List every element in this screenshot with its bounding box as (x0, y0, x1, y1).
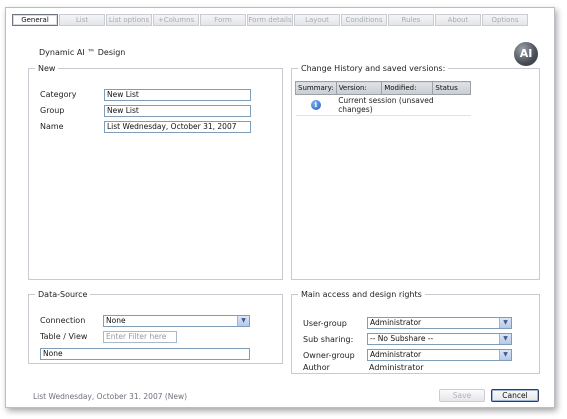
tableview-label: Table / View (40, 332, 88, 341)
chevron-down-icon[interactable]: ▼ (499, 318, 511, 328)
history-row-icon-cell: i (295, 94, 337, 116)
tableview-value-field[interactable]: None (40, 348, 250, 360)
history-header-row: Summary: Version: Modified: Status (295, 81, 471, 95)
chevron-down-icon[interactable]: ▼ (499, 334, 511, 344)
history-col-version[interactable]: Version: (335, 81, 383, 95)
dynamic-ai-logo: AI (514, 42, 538, 66)
info-icon: i (310, 100, 321, 110)
name-field[interactable]: List Wednesday, October 31, 2007 (104, 121, 251, 133)
datasource-group: Data-Source Connection None ▼ Table / Vi… (28, 290, 283, 364)
tab-general[interactable]: General (12, 14, 58, 26)
new-legend: New (38, 64, 56, 73)
ownergroup-select[interactable]: Administrator ▼ (367, 349, 512, 361)
name-label: Name (40, 122, 64, 131)
history-table: Summary: Version: Modified: Status i Cur… (295, 81, 471, 116)
usergroup-label: User-group (303, 319, 347, 328)
cancel-button[interactable]: Cancel (491, 389, 539, 402)
history-col-modified[interactable]: Modified: (381, 81, 434, 95)
filter-input[interactable]: Enter Filter here (103, 331, 177, 343)
subsharing-label: Sub sharing: (303, 335, 354, 344)
tab-layout[interactable]: Layout (294, 14, 340, 26)
tab-list-options[interactable]: List options (106, 14, 152, 26)
history-col-summary[interactable]: Summary: (295, 81, 337, 95)
history-group: Change History and saved versions: Summa… (291, 64, 540, 280)
page-title: Dynamic AI ™ Design (39, 48, 126, 57)
access-group: Main access and design rights User-group… (291, 290, 540, 374)
usergroup-select-value: Administrator (370, 318, 422, 327)
ownergroup-select-value: Administrator (370, 350, 422, 359)
chevron-down-icon[interactable]: ▼ (499, 350, 511, 360)
history-row[interactable]: i Current session (unsaved changes) (295, 94, 471, 116)
tab-about[interactable]: About (435, 14, 481, 26)
tab-rules[interactable]: Rules (388, 14, 434, 26)
connection-label: Connection (40, 316, 86, 325)
usergroup-select[interactable]: Administrator ▼ (367, 317, 512, 329)
tab-bar: General List List options +Columns Form … (12, 14, 529, 28)
tab-form-details[interactable]: Form details (247, 14, 293, 26)
history-col-status[interactable]: Status (432, 81, 471, 95)
ownergroup-label: Owner-group (303, 351, 355, 360)
save-button[interactable]: Save (439, 389, 485, 402)
subsharing-select-value: -- No Subshare -- (370, 334, 434, 343)
tab-form[interactable]: Form (200, 14, 246, 26)
subsharing-select[interactable]: -- No Subshare -- ▼ (367, 333, 512, 345)
category-field[interactable]: New List (104, 89, 251, 101)
chevron-down-icon[interactable]: ▼ (237, 316, 249, 326)
access-legend: Main access and design rights (301, 290, 422, 299)
tab-list[interactable]: List (59, 14, 105, 26)
group-label: Group (40, 106, 65, 115)
history-row-text: Current session (unsaved changes) (336, 94, 471, 116)
design-window: General List List options +Columns Form … (5, 7, 555, 408)
tab-options[interactable]: Options (482, 14, 528, 26)
connection-select[interactable]: None ▼ (103, 315, 250, 327)
history-legend: Change History and saved versions: (301, 64, 446, 73)
group-field[interactable]: New List (104, 105, 251, 117)
connection-select-value: None (106, 316, 126, 325)
tab-conditions[interactable]: Conditions (341, 14, 387, 26)
new-group: New Category New List Group New List Nam… (28, 64, 283, 280)
datasource-legend: Data-Source (38, 290, 88, 299)
author-value: Administrator (369, 363, 424, 372)
author-label: Author (303, 363, 330, 372)
tab-columns[interactable]: +Columns (153, 14, 199, 26)
status-text: List Wednesday, October 31. 2007 (New) (33, 392, 188, 401)
category-label: Category (40, 90, 77, 99)
